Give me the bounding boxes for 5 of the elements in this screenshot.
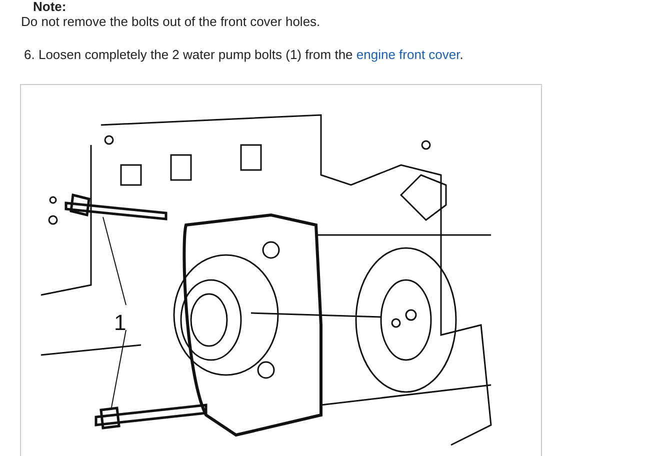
- callout-number: 1: [114, 310, 126, 335]
- note-text: Do not remove the bolts out of the front cover holes.: [21, 14, 322, 29]
- engine-front-cover-link[interactable]: engine front cover: [356, 47, 460, 62]
- note-label: Note:: [33, 0, 68, 14]
- step-instruction: 6. Loosen completely the 2 water pump bolts (1) from the engine front cover.: [24, 47, 464, 62]
